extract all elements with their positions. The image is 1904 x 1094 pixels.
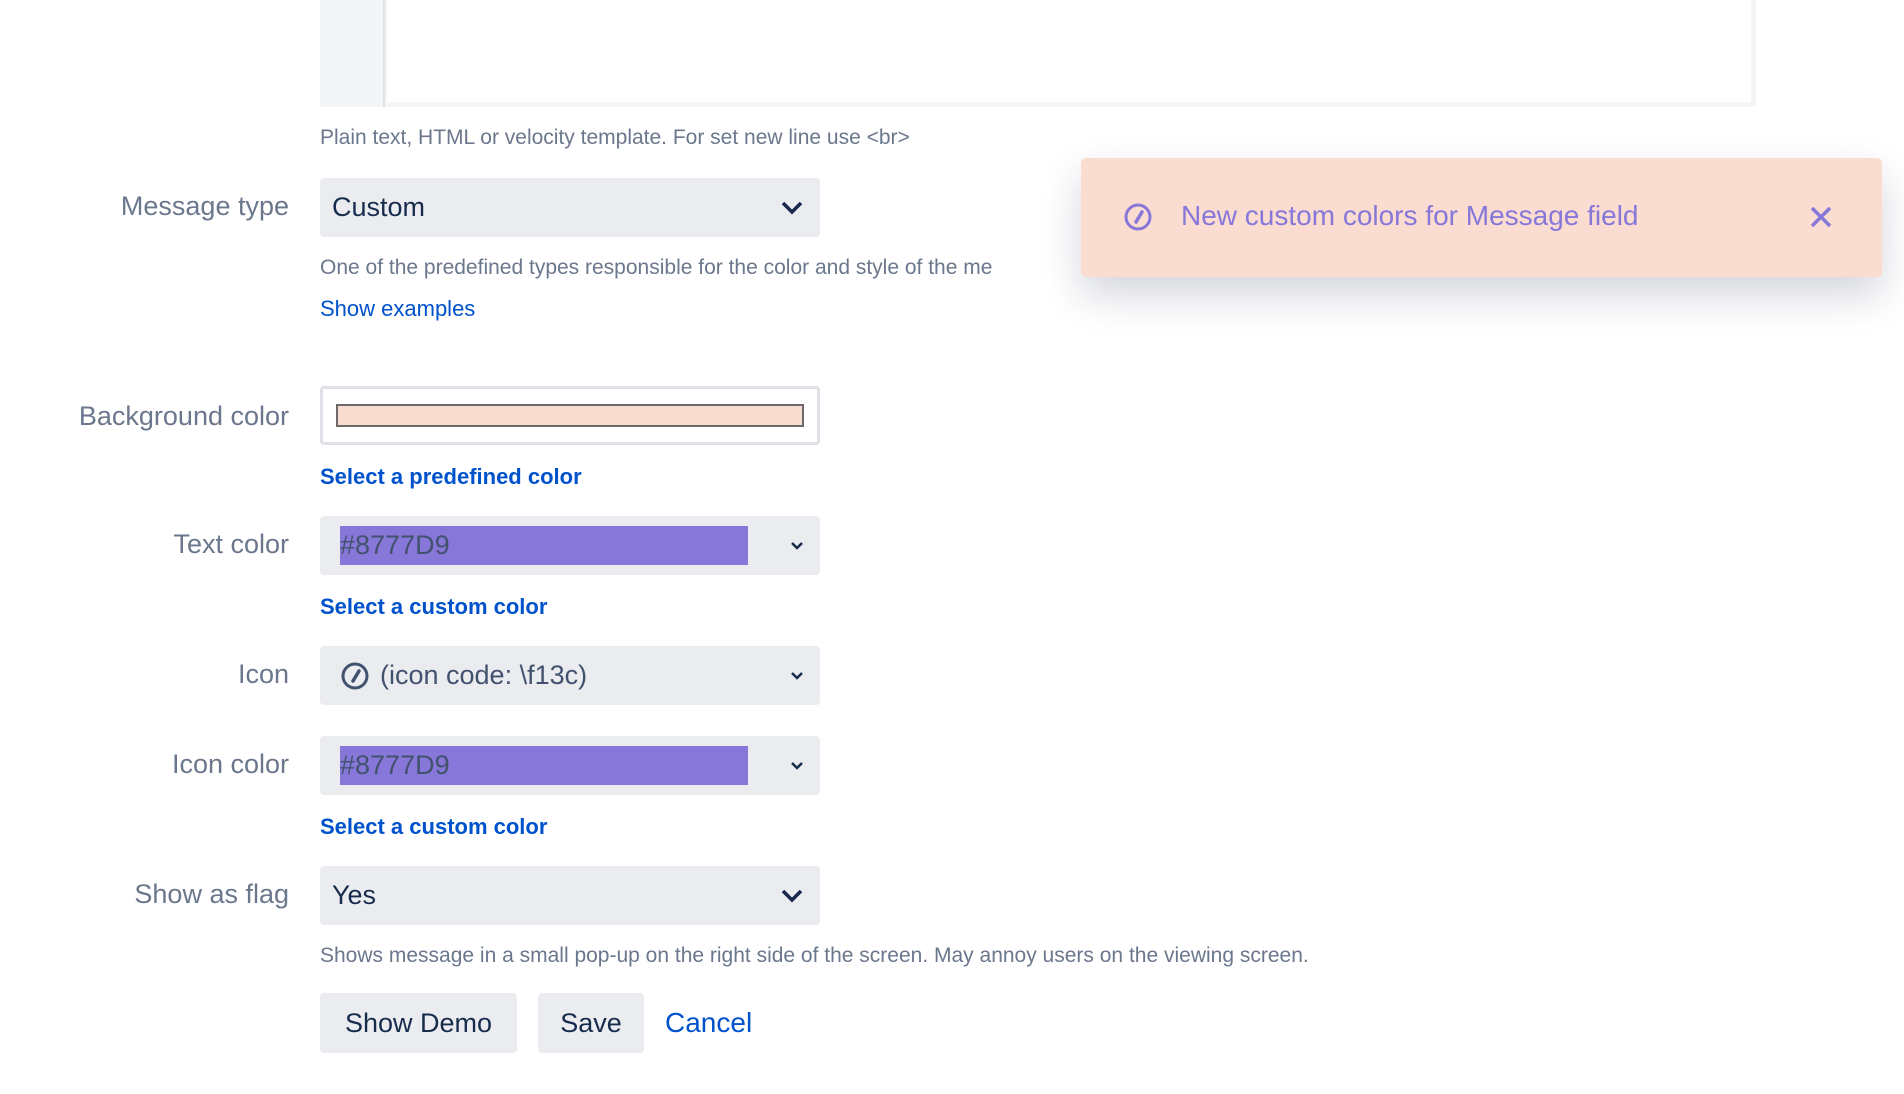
save-button[interactable]: Save (538, 993, 644, 1053)
icon-value: (icon code: \f13c) (380, 660, 588, 690)
cancel-link[interactable]: Cancel (665, 1007, 752, 1039)
message-type-select[interactable]: Custom (320, 178, 820, 237)
icon-select[interactable]: (icon code: \f13c) (320, 646, 820, 705)
template-help: Plain text, HTML or velocity template. F… (320, 126, 910, 149)
chevron-down-icon (791, 671, 803, 680)
chevron-down-icon (781, 889, 803, 902)
textarea-content[interactable] (387, 0, 1751, 102)
background-color-label: Background color (78, 401, 289, 431)
show-as-flag-select[interactable]: Yes (320, 866, 820, 925)
show-as-flag-value: Yes (332, 880, 377, 910)
template-textarea[interactable] (320, 0, 1756, 107)
chevron-down-icon (781, 201, 803, 214)
show-as-flag-help: Shows message in a small pop-up on the r… (320, 944, 1309, 967)
select-custom-text-color-link[interactable]: Select a custom color (320, 594, 547, 620)
background-color-input[interactable] (320, 386, 820, 445)
close-icon[interactable] (1809, 205, 1833, 229)
select-predefined-color-link[interactable]: Select a predefined color (320, 464, 582, 490)
show-examples-link[interactable]: Show examples (320, 296, 475, 322)
compass-icon (1124, 203, 1152, 231)
compass-icon (341, 662, 369, 689)
show-as-flag-label: Show as flag (134, 879, 289, 909)
flag-notification: New custom colors for Message field (1081, 158, 1882, 277)
text-color-select[interactable]: #8777D9 (320, 516, 820, 575)
flag-message: New custom colors for Message field (1181, 200, 1639, 231)
message-type-label: Message type (120, 191, 289, 221)
icon-color-label: Icon color (171, 749, 289, 779)
chevron-down-icon (791, 761, 803, 770)
message-type-help: One of the predefined types responsible … (320, 256, 993, 279)
icon-color-value: #8777D9 (340, 746, 748, 785)
text-color-value: #8777D9 (340, 526, 748, 565)
icon-color-select[interactable]: #8777D9 (320, 736, 820, 795)
icon-label: Icon (237, 659, 289, 689)
show-demo-button[interactable]: Show Demo (320, 993, 517, 1053)
text-color-label: Text color (173, 529, 289, 559)
chevron-down-icon (791, 541, 803, 550)
background-color-swatch (336, 404, 804, 427)
textarea-gutter (320, 0, 385, 107)
select-custom-icon-color-link[interactable]: Select a custom color (320, 814, 547, 840)
message-type-value: Custom (332, 192, 426, 222)
